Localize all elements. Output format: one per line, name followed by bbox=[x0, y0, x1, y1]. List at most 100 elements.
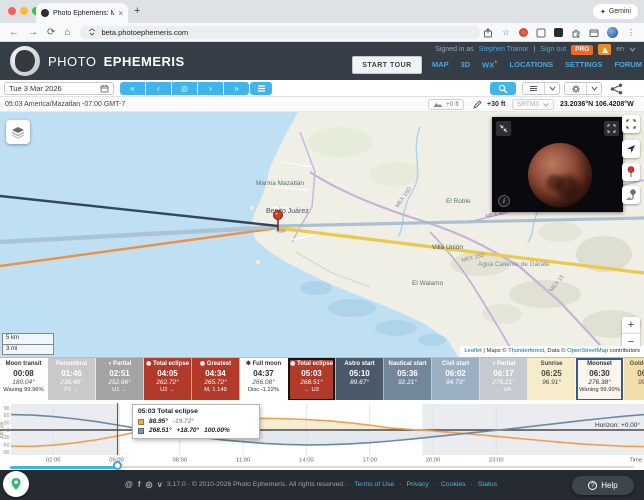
event-greatest-eclipse[interactable]: ◉ Greatest 04:34 265.72° M, 1.149 bbox=[192, 358, 240, 400]
event-sunrise[interactable]: Sunrise 06:25 96.91° bbox=[528, 358, 576, 400]
extension-frame-icon[interactable] bbox=[536, 28, 546, 38]
date-step-group: « ‹ ◎ › » bbox=[120, 82, 249, 95]
thunderforest-link[interactable]: Thunderforest bbox=[508, 348, 544, 354]
layers-button[interactable] bbox=[6, 120, 30, 144]
instagram-icon[interactable]: ◎ bbox=[145, 480, 152, 489]
fullscreen-button[interactable] bbox=[622, 115, 640, 133]
event-astro-start[interactable]: Astro start 05:10 89.67° bbox=[336, 358, 384, 400]
event-list-button[interactable] bbox=[250, 82, 272, 95]
event-civil-start[interactable]: Civil start 06:02 94.73° bbox=[432, 358, 480, 400]
jump-now-button[interactable]: ◎ bbox=[172, 82, 197, 95]
back-icon[interactable]: ← bbox=[9, 27, 19, 38]
tab-search-icon[interactable] bbox=[589, 28, 599, 38]
leaflet-link[interactable]: Leaflet bbox=[464, 348, 481, 354]
time-slider-handle[interactable] bbox=[113, 461, 122, 470]
extension-icon[interactable] bbox=[519, 28, 528, 37]
expand-panel-button[interactable] bbox=[604, 121, 619, 136]
language-chevron-icon[interactable] bbox=[629, 47, 636, 52]
gemini-button[interactable]: ✦ Gemini bbox=[592, 4, 638, 19]
event-moon-transit[interactable]: Moon transit 00:08 180.04° Waxing 99.96% bbox=[0, 358, 48, 400]
event-total-eclipse-u3-selected[interactable]: ◉ Total eclipse 05:03 268.51° ← U3 bbox=[288, 358, 336, 400]
browser-menu-icon[interactable]: ⋮ bbox=[626, 28, 636, 38]
facebook-icon[interactable]: f bbox=[138, 480, 141, 489]
profile-avatar[interactable] bbox=[607, 27, 618, 38]
mastodon-icon[interactable]: @ bbox=[125, 480, 133, 489]
address-bar[interactable]: beta.photoephemeris.com bbox=[80, 25, 481, 39]
app-logo[interactable] bbox=[10, 46, 40, 76]
nav-settings[interactable]: SETTINGS bbox=[565, 60, 603, 70]
rows-button[interactable] bbox=[523, 83, 544, 94]
prev-year-button[interactable]: « bbox=[120, 82, 145, 95]
nav-forum[interactable]: FORUM bbox=[614, 60, 642, 70]
minimize-window-button[interactable] bbox=[20, 7, 28, 15]
osm-link[interactable]: OpenStreetMap bbox=[567, 348, 608, 354]
rows-dropdown-button[interactable] bbox=[544, 83, 559, 94]
vimeo-icon[interactable]: v bbox=[157, 480, 161, 489]
browser-tab[interactable]: Photo Ephemeris: Map × bbox=[36, 3, 128, 23]
secondary-pin-button[interactable] bbox=[622, 186, 640, 204]
nav-wx[interactable]: WX+ bbox=[482, 60, 498, 70]
cookies-link[interactable]: Cookies bbox=[441, 481, 466, 488]
user-link[interactable]: Stephen Trainor bbox=[479, 46, 529, 53]
map-container[interactable]: Marina Mazatlán Benito Juárez El Roble V… bbox=[0, 112, 644, 357]
gear-icon bbox=[571, 84, 580, 93]
site-settings-icon[interactable] bbox=[88, 28, 96, 36]
next-day-button[interactable]: › bbox=[198, 82, 223, 95]
map-label-el-roble: El Roble bbox=[446, 198, 471, 205]
prev-day-button[interactable]: ‹ bbox=[146, 82, 171, 95]
date-input[interactable]: Tue 3 Mar 2026 bbox=[4, 82, 114, 95]
elevation-source-select[interactable]: SRTM3 bbox=[512, 99, 554, 110]
reload-icon[interactable]: ⟳ bbox=[47, 27, 55, 38]
list-icon bbox=[257, 85, 265, 92]
edit-pencil-icon[interactable] bbox=[473, 100, 482, 109]
event-partial-u4[interactable]: ◑ Partial 06:17 275.21° ← U4 bbox=[480, 358, 528, 400]
locate-me-button[interactable] bbox=[622, 140, 640, 158]
event-strip: Moon transit 00:08 180.04° Waxing 99.96%… bbox=[0, 357, 644, 400]
nav-locations[interactable]: LOCATIONS bbox=[510, 60, 554, 70]
nav-3d[interactable]: 3D bbox=[461, 60, 471, 70]
info-icon[interactable]: i bbox=[498, 195, 510, 207]
share-icon[interactable] bbox=[610, 83, 623, 95]
gear-dropdown-button[interactable] bbox=[586, 83, 601, 94]
search-button[interactable] bbox=[490, 82, 516, 95]
terms-link[interactable]: Terms of Use bbox=[354, 481, 394, 488]
map-label-el-walamo: El Walamo bbox=[412, 280, 444, 287]
help-button[interactable]: ? Help bbox=[572, 476, 634, 495]
event-penumbral[interactable]: Penumbral 01:46 238.46° P1 → bbox=[48, 358, 96, 400]
zoom-in-button[interactable]: + bbox=[622, 317, 640, 333]
layers-icon bbox=[11, 126, 25, 139]
status-link[interactable]: Status bbox=[478, 481, 497, 488]
altitude-chart[interactable]: 02:0005:0008:0011:0014:0017:0020:0023:00… bbox=[0, 400, 644, 470]
event-golden-hour[interactable]: Golden hour 06:55 99.92° bbox=[624, 358, 644, 400]
home-icon[interactable]: ⌂ bbox=[64, 27, 70, 38]
sign-out-link[interactable]: Sign out bbox=[540, 46, 566, 53]
extension-dark-icon[interactable] bbox=[554, 28, 563, 37]
next-year-button[interactable]: » bbox=[224, 82, 249, 95]
event-total-eclipse-u2[interactable]: ◉ Total eclipse 04:05 262.72° U2 → bbox=[144, 358, 192, 400]
privacy-link[interactable]: Privacy bbox=[406, 481, 428, 488]
forward-icon[interactable]: → bbox=[28, 27, 38, 38]
event-moonset[interactable]: Moonset 06:30 276.38° Waning 99.99% bbox=[576, 358, 624, 400]
primary-pin-button[interactable] bbox=[622, 163, 640, 181]
new-tab-button[interactable]: + bbox=[134, 5, 140, 17]
event-nautical-start[interactable]: Nautical start 05:36 92.21° bbox=[384, 358, 432, 400]
pro-badge[interactable]: PRO bbox=[571, 44, 594, 55]
event-full-moon[interactable]: ✱ Full moon 04:37 266.08° Disc -1.22% bbox=[240, 358, 288, 400]
start-tour-button[interactable]: START TOUR bbox=[352, 56, 422, 74]
tab-close-icon[interactable]: × bbox=[118, 9, 123, 18]
wx-alert-badge[interactable] bbox=[598, 44, 612, 55]
chevron-down-icon bbox=[591, 86, 598, 91]
bookmark-star-icon[interactable]: ☆ bbox=[501, 28, 511, 38]
gear-button[interactable] bbox=[565, 83, 586, 94]
share-page-icon[interactable] bbox=[483, 27, 493, 38]
event-partial-u1[interactable]: ◑ Partial 02:51 252.96° U1 → bbox=[96, 358, 144, 400]
language-selector[interactable]: en bbox=[616, 46, 624, 53]
close-window-button[interactable] bbox=[8, 7, 16, 15]
nav-map[interactable]: MAP bbox=[432, 60, 449, 70]
navigation-arrow-icon bbox=[627, 145, 635, 153]
feedback-widget-button[interactable] bbox=[3, 471, 29, 497]
altitude-chart-canvas[interactable]: 02:0005:0008:0011:0014:0017:0020:0023:00… bbox=[0, 400, 644, 470]
collapse-panel-button[interactable] bbox=[496, 121, 511, 136]
extensions-puzzle-icon[interactable] bbox=[571, 28, 581, 38]
elevation-offset-chip[interactable]: +0 ft bbox=[428, 99, 464, 110]
